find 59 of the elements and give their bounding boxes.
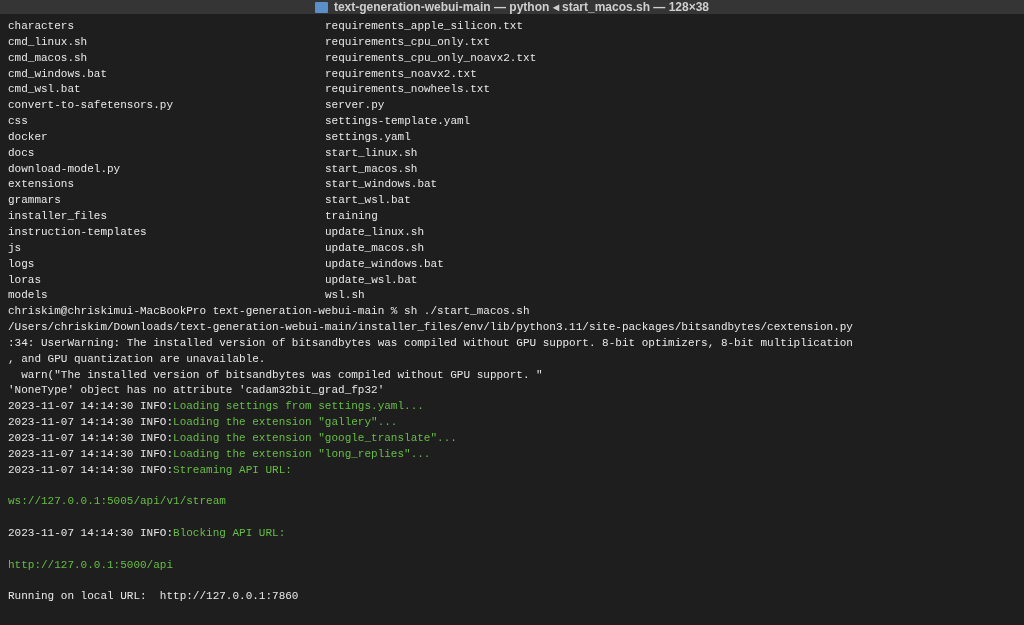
terminal-line: chriskim@chriskimui-MacBookPro text-generation-webui-main % sh ./start_macos.sh	[8, 304, 530, 320]
file-name: requirements_noavx2.txt	[325, 66, 477, 82]
log-message: Loading the extension "long_replies"...	[173, 446, 431, 462]
file-name: cmd_macos.sh	[8, 51, 88, 64]
log-message: Loading the extension "google_translate"...	[173, 430, 457, 446]
file-name: cmd_linux.sh	[8, 35, 88, 48]
file-name: start_wsl.bat	[325, 193, 411, 209]
file-name: server.py	[325, 98, 385, 114]
file-name: instruction-templates	[8, 225, 147, 238]
file-name: update_linux.sh	[325, 224, 425, 240]
window-title: text-generation-webui-main — python ◂ start_macos.sh — 128×38	[333, 0, 710, 14]
file-name: js	[8, 241, 22, 254]
file-name: training	[325, 209, 378, 225]
log-prefix: 2023-11-07 14:14:30 INFO:	[8, 430, 174, 446]
file-name: models	[8, 289, 48, 302]
file-name: css	[8, 115, 28, 128]
file-name: settings-template.yaml	[325, 114, 471, 130]
url-line: ws://127.0.0.1:5005/api/v1/stream	[8, 494, 226, 510]
file-name: installer_files	[8, 210, 108, 223]
file-name: start_windows.bat	[325, 177, 438, 193]
terminal-line: 'NoneType' object has no attribute 'cadam32bit_grad_fp32'	[8, 383, 385, 399]
terminal-line: /Users/chriskim/Downloads/text-generation-webui-main/installer_files/env/lib/python3.11/site-packages/bitsandbytes/cextension.py	[8, 320, 853, 336]
file-name: start_linux.sh	[325, 145, 418, 161]
file-name: characters	[8, 20, 74, 32]
file-name: logs	[8, 257, 35, 270]
terminal-line: , and GPU quantization are unavailable.	[8, 351, 266, 367]
log-prefix: 2023-11-07 14:14:30 INFO:	[8, 526, 174, 541]
log-message: Streaming API URL:	[173, 462, 292, 478]
file-name: update_windows.bat	[325, 256, 444, 272]
file-name: download-model.py	[8, 162, 121, 175]
log-prefix: 2023-11-07 14:14:30 INFO:	[8, 446, 174, 462]
file-name: grammars	[8, 194, 61, 207]
terminal-line: warn("The installed version of bitsandbytes was compiled without GPU support. "	[20, 367, 543, 383]
terminal-line: :34: UserWarning: The installed version of bitsandbytes was compiled without GPU support. 8-bit optimizers, 8-bit multiplication	[8, 335, 853, 351]
log-message: Loading the extension "gallery"...	[173, 415, 398, 431]
file-name: requirements_cpu_only.txt	[325, 34, 491, 50]
log-prefix: 2023-11-07 14:14:30 INFO:	[8, 415, 174, 431]
log-prefix: 2023-11-07 14:14:30 INFO:	[8, 399, 174, 415]
file-name: requirements_nowheels.txt	[325, 82, 491, 98]
terminal-line: Running on local URL: http://127.0.0.1:7860	[8, 589, 299, 605]
file-name: requirements_cpu_only_noavx2.txt	[325, 50, 537, 66]
file-name: cmd_wsl.bat	[8, 83, 81, 96]
file-name: wsl.sh	[325, 288, 365, 304]
file-name: docker	[8, 130, 48, 143]
folder-icon	[314, 1, 328, 13]
log-prefix: 2023-11-07 14:14:30 INFO:	[8, 462, 174, 478]
file-name: extensions	[8, 178, 74, 191]
file-name: requirements_apple_silicon.txt	[325, 19, 524, 34]
log-message: Loading settings from settings.yaml...	[173, 399, 424, 415]
file-name: start_macos.sh	[325, 161, 418, 177]
file-name: update_wsl.bat	[325, 272, 418, 288]
file-name: convert-to-safetensors.py	[8, 99, 174, 112]
file-name: docs	[8, 146, 35, 159]
log-message: Blocking API URL:	[173, 526, 286, 541]
url-line: http://127.0.0.1:5000/api	[8, 557, 174, 573]
file-name: settings.yaml	[325, 129, 411, 145]
file-name: update_macos.sh	[325, 240, 425, 256]
file-name: loras	[8, 273, 41, 286]
file-name: cmd_windows.bat	[8, 67, 108, 80]
